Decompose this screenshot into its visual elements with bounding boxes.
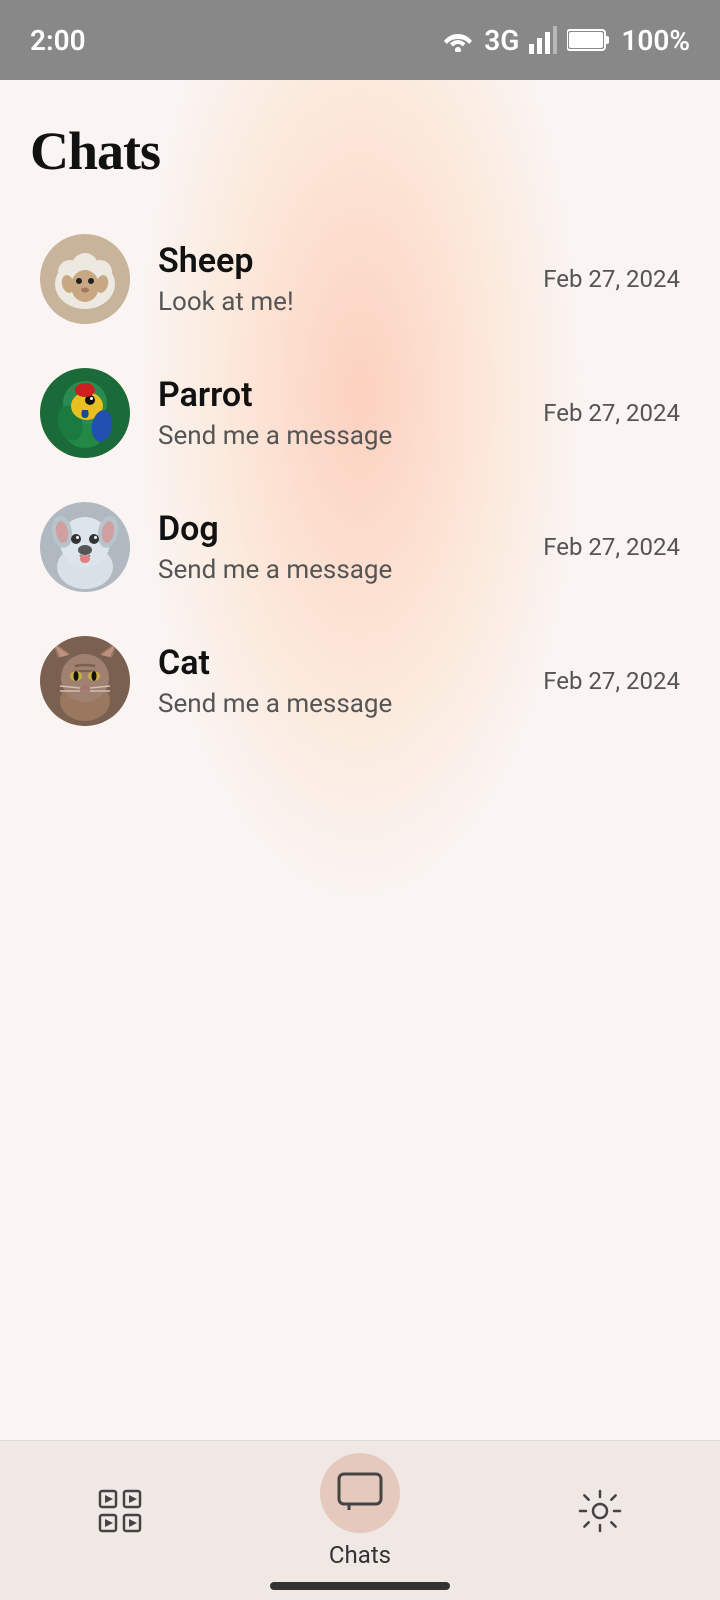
- settings-icon: [576, 1487, 624, 1535]
- nav-icon-wrap-settings: [560, 1471, 640, 1551]
- avatar: [40, 636, 130, 726]
- chat-info: Dog Send me a message: [158, 509, 523, 585]
- chat-icon: [335, 1468, 385, 1518]
- avatar: [40, 234, 130, 324]
- media-icon: [97, 1488, 143, 1534]
- chat-date: Feb 27, 2024: [543, 533, 680, 561]
- chat-preview: Send me a message: [158, 689, 523, 719]
- chat-name: Parrot: [158, 375, 523, 415]
- battery-label: 100%: [621, 24, 690, 57]
- page-title: Chats: [30, 120, 690, 182]
- home-indicator: [270, 1582, 450, 1590]
- chat-preview: Look at me!: [158, 287, 523, 317]
- chat-name: Dog: [158, 509, 523, 549]
- chat-name: Cat: [158, 643, 523, 683]
- bottom-nav: Chats: [0, 1440, 720, 1600]
- chat-date: Feb 27, 2024: [543, 399, 680, 427]
- chat-info: Sheep Look at me!: [158, 241, 523, 317]
- list-item[interactable]: Parrot Send me a message Feb 27, 2024: [30, 346, 690, 480]
- nav-icon-wrap-chats: [320, 1453, 400, 1533]
- chat-name: Sheep: [158, 241, 523, 281]
- cat-avatar-img: [40, 636, 130, 726]
- main-content: Chats: [0, 80, 720, 748]
- nav-item-chats[interactable]: Chats: [320, 1453, 400, 1569]
- dog-avatar-img: [40, 502, 130, 592]
- list-item[interactable]: Dog Send me a message Feb 27, 2024: [30, 480, 690, 614]
- chat-info: Parrot Send me a message: [158, 375, 523, 451]
- network-label: 3G: [484, 24, 519, 57]
- avatar: [40, 368, 130, 458]
- chat-preview: Send me a message: [158, 555, 523, 585]
- sheep-avatar-img: [40, 234, 130, 324]
- nav-item-media[interactable]: [80, 1471, 160, 1551]
- nav-label-chats: Chats: [329, 1541, 391, 1569]
- parrot-avatar-img: [40, 368, 130, 458]
- chat-date: Feb 27, 2024: [543, 667, 680, 695]
- avatar: [40, 502, 130, 592]
- list-item[interactable]: Sheep Look at me! Feb 27, 2024: [30, 212, 690, 346]
- chat-info: Cat Send me a message: [158, 643, 523, 719]
- chat-list: Sheep Look at me! Feb 27, 2024: [30, 212, 690, 748]
- status-bar: 2:00 3G 100%: [0, 0, 720, 80]
- status-time: 2:00: [30, 24, 86, 57]
- battery-icon: [567, 27, 611, 53]
- chat-preview: Send me a message: [158, 421, 523, 451]
- chat-date: Feb 27, 2024: [543, 265, 680, 293]
- nav-item-settings[interactable]: [560, 1471, 640, 1551]
- nav-icon-wrap-media: [80, 1471, 160, 1551]
- status-icons: 3G 100%: [442, 24, 690, 57]
- signal-icon: [529, 26, 557, 54]
- wifi-icon: [442, 28, 474, 52]
- list-item[interactable]: Cat Send me a message Feb 27, 2024: [30, 614, 690, 748]
